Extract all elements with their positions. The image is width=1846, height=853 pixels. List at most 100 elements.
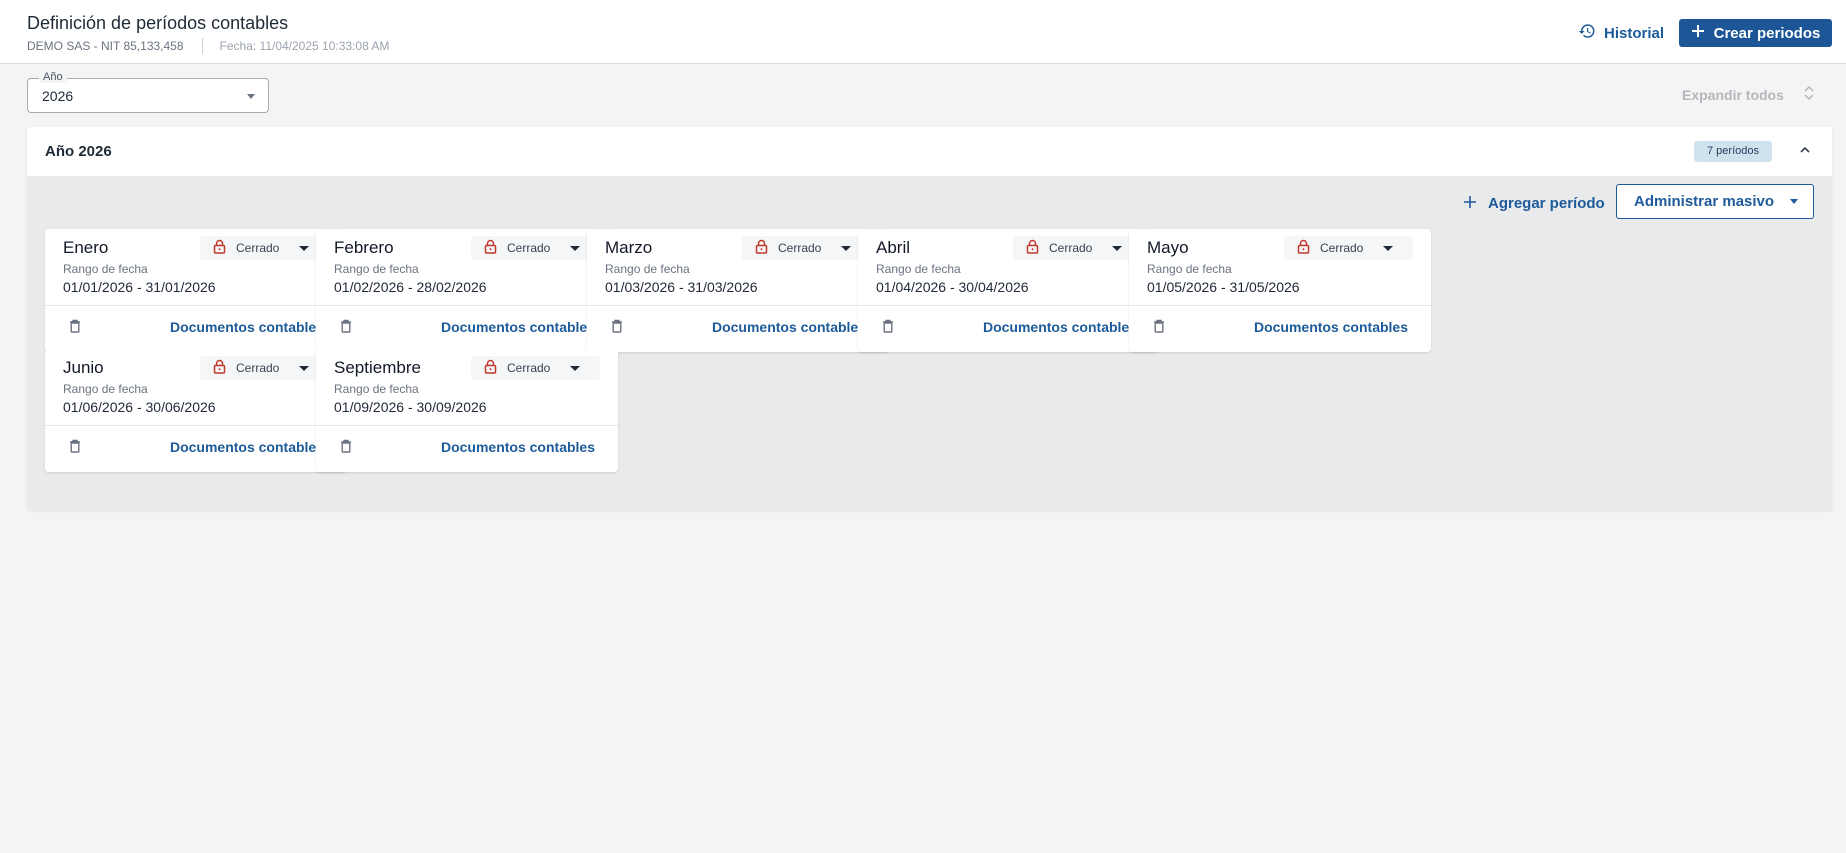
accounting-documents-link[interactable]: Documentos contables [441,439,595,455]
expand-all-button[interactable]: Expandir todos [1682,85,1814,103]
lock-icon [1297,239,1310,257]
lock-icon [484,239,497,257]
lock-icon [484,359,497,377]
card-divider [45,305,347,306]
period-card: Enero Cerrado Rango de fecha 01/01/2026 … [45,229,347,352]
year-panel: Año 2026 7 períodos Agregar período Admi… [27,127,1832,510]
status-dropdown[interactable]: Cerrado [471,236,600,260]
status-label: Cerrado [1320,241,1364,255]
date-info: Fecha: 11/04/2025 10:33:08 AM [219,39,390,53]
page-subtitle: DEMO SAS - NIT 85,133,458 Fecha: 11/04/2… [27,38,389,54]
status-label: Cerrado [236,361,280,375]
range-label: Rango de fecha [334,262,419,276]
history-icon [1578,22,1596,44]
trash-icon[interactable] [69,319,81,338]
trash-icon[interactable] [69,439,81,458]
date-range: 01/03/2026 - 31/03/2026 [605,279,758,295]
status-dropdown[interactable]: Cerrado [471,356,600,380]
period-name: Septiembre [334,358,421,377]
year-panel-header[interactable]: Año 2026 7 períodos [27,127,1832,176]
accounting-documents-link[interactable]: Documentos contables [441,319,595,335]
period-name: Abril [876,238,911,257]
year-select-value: 2026 [42,88,74,104]
company-info: DEMO SAS - NIT 85,133,458 [27,39,184,53]
range-label: Rango de fecha [63,262,148,276]
lock-icon [755,239,768,257]
plus-icon [1464,195,1476,212]
year-select-label: Año [39,71,67,83]
period-name: Junio [63,358,104,377]
periods-count-badge: 7 períodos [1694,141,1772,162]
add-period-label: Agregar período [1488,194,1605,212]
chevron-down-icon [299,365,310,371]
period-card: Mayo Cerrado Rango de fecha 01/05/2026 -… [1129,229,1431,352]
chevron-up-icon[interactable] [1799,143,1811,161]
status-dropdown[interactable]: Cerrado [1013,236,1142,260]
range-label: Rango de fecha [1147,262,1232,276]
status-label: Cerrado [507,361,551,375]
subtitle-divider [201,38,203,54]
accounting-documents-link[interactable]: Documentos contables [983,319,1137,335]
accounting-documents-link[interactable]: Documentos contables [712,319,866,335]
range-label: Rango de fecha [605,262,690,276]
chevron-down-icon [1383,245,1394,251]
period-name: Febrero [334,238,394,257]
status-label: Cerrado [1049,241,1093,255]
period-name: Mayo [1147,238,1189,257]
create-periods-label: Crear periodos [1713,24,1821,42]
plus-icon [1691,24,1705,42]
card-divider [316,425,618,426]
trash-icon[interactable] [882,319,894,338]
status-label: Cerrado [507,241,551,255]
card-divider [1129,305,1431,306]
status-dropdown[interactable]: Cerrado [742,236,871,260]
date-range: 01/05/2026 - 31/05/2026 [1147,279,1300,295]
period-name: Enero [63,238,109,257]
unfold-icon [1804,85,1814,103]
add-period-button[interactable]: Agregar período [1464,191,1605,215]
chevron-down-icon [299,245,310,251]
history-label: Historial [1604,24,1665,42]
date-range: 01/06/2026 - 30/06/2026 [63,399,216,415]
bulk-manage-label: Administrar masivo [1634,193,1775,210]
chevron-down-icon [570,245,581,251]
trash-icon[interactable] [611,319,623,338]
trash-icon[interactable] [340,319,352,338]
accounting-documents-link[interactable]: Documentos contables [1254,319,1408,335]
date-range: 01/01/2026 - 31/01/2026 [63,279,216,295]
card-divider [316,305,618,306]
date-range: 01/02/2026 - 28/02/2026 [334,279,487,295]
period-card: Septiembre Cerrado Rango de fecha 01/09/… [316,349,618,472]
chevron-down-icon [1790,199,1799,204]
year-select[interactable]: Año 2026 [27,71,269,113]
history-button[interactable]: Historial [1578,20,1664,46]
trash-icon[interactable] [1153,319,1165,338]
period-card: Marzo Cerrado Rango de fecha 01/03/2026 … [587,229,889,352]
create-periods-button[interactable]: Crear periodos [1679,19,1832,47]
chevron-down-icon [247,94,255,99]
accounting-documents-link[interactable]: Documentos contables [170,439,324,455]
date-range: 01/09/2026 - 30/09/2026 [334,399,487,415]
chevron-down-icon [570,365,581,371]
trash-icon[interactable] [340,439,352,458]
lock-icon [1026,239,1039,257]
year-panel-title: Año 2026 [45,143,112,160]
chevron-down-icon [841,245,852,251]
range-label: Rango de fecha [876,262,961,276]
card-divider [45,425,347,426]
period-card: Junio Cerrado Rango de fecha 01/06/2026 … [45,349,347,472]
date-range: 01/04/2026 - 30/04/2026 [876,279,1029,295]
status-label: Cerrado [236,241,280,255]
period-card: Febrero Cerrado Rango de fecha 01/02/202… [316,229,618,352]
lock-icon [213,359,226,377]
accounting-documents-link[interactable]: Documentos contables [170,319,324,335]
status-dropdown[interactable]: Cerrado [200,356,329,380]
status-dropdown[interactable]: Cerrado [1284,236,1413,260]
period-card: Abril Cerrado Rango de fecha 01/04/2026 … [858,229,1160,352]
bulk-manage-button[interactable]: Administrar masivo [1616,184,1814,219]
range-label: Rango de fecha [63,382,148,396]
status-label: Cerrado [778,241,822,255]
expand-all-label: Expandir todos [1682,86,1784,103]
status-dropdown[interactable]: Cerrado [200,236,329,260]
card-divider [858,305,1160,306]
